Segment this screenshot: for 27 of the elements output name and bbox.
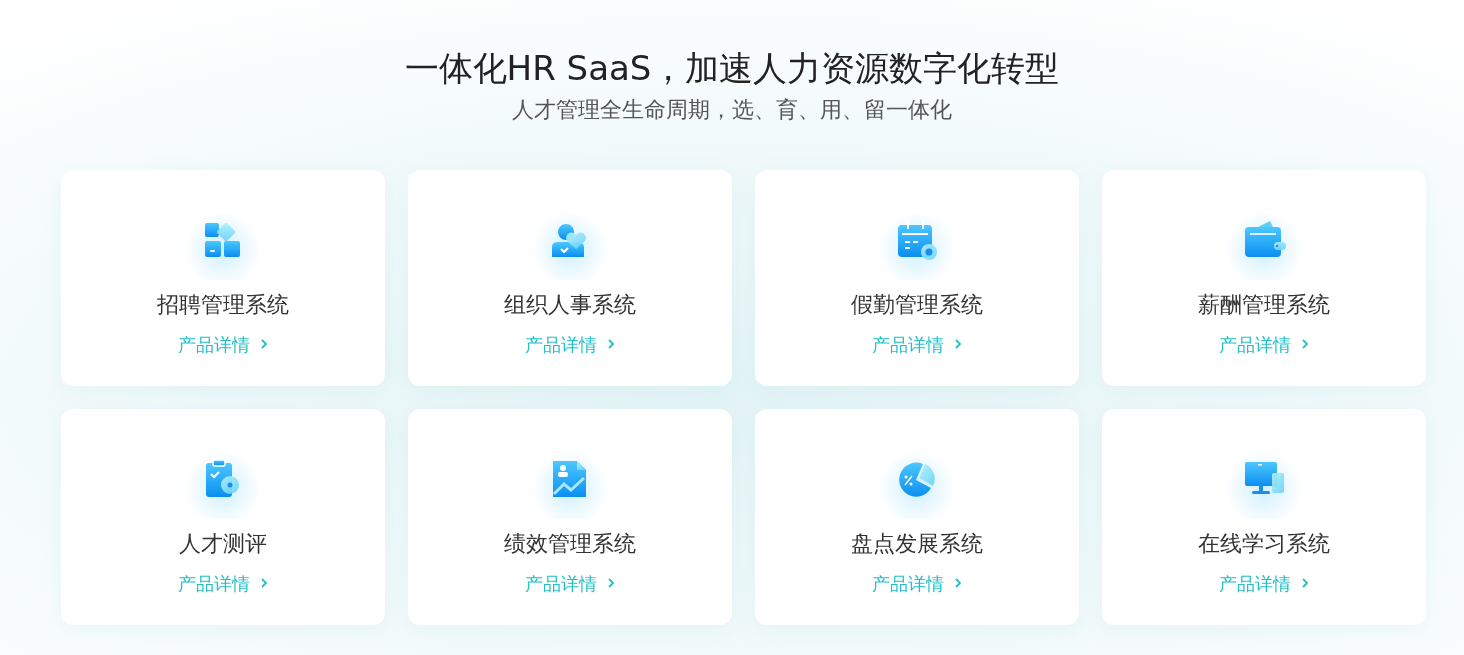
calendar-gear-icon: [895, 218, 939, 261]
page-title: 一体化HR SaaS，加速人力资源数字化转型: [403, 47, 1061, 89]
product-name: 绩效管理系统: [504, 529, 636, 558]
product-details-link[interactable]: 产品详情: [872, 569, 962, 597]
product-name: 在线学习系统: [1198, 529, 1330, 558]
product-details-link[interactable]: 产品详情: [872, 330, 962, 358]
page-subtitle: 人才管理全生命周期，选、育、用、留一体化: [511, 95, 953, 124]
chevron-right-icon: [954, 338, 962, 351]
product-details-link[interactable]: 产品详情: [525, 569, 615, 597]
chevron-right-icon: [1301, 338, 1309, 351]
chevron-right-icon: [260, 577, 268, 590]
product-name: 招聘管理系统: [157, 290, 289, 319]
chevron-right-icon: [607, 338, 615, 351]
chevron-right-icon: [954, 577, 962, 590]
product-name: 假勤管理系统: [851, 290, 983, 319]
chevron-right-icon: [260, 338, 268, 351]
product-details-link[interactable]: 产品详情: [178, 569, 268, 597]
chevron-right-icon: [1301, 577, 1309, 590]
product-details-link[interactable]: 产品详情: [1219, 330, 1309, 358]
product-details-link[interactable]: 产品详情: [1219, 569, 1309, 597]
product-name: 薪酬管理系统: [1198, 290, 1330, 319]
product-name: 人才测评: [179, 529, 267, 558]
product-name: 盘点发展系统: [851, 529, 983, 558]
product-details-link[interactable]: 产品详情: [525, 330, 615, 358]
chevron-right-icon: [607, 577, 615, 590]
product-name: 组织人事系统: [504, 290, 636, 319]
product-details-link[interactable]: 产品详情: [178, 330, 268, 358]
